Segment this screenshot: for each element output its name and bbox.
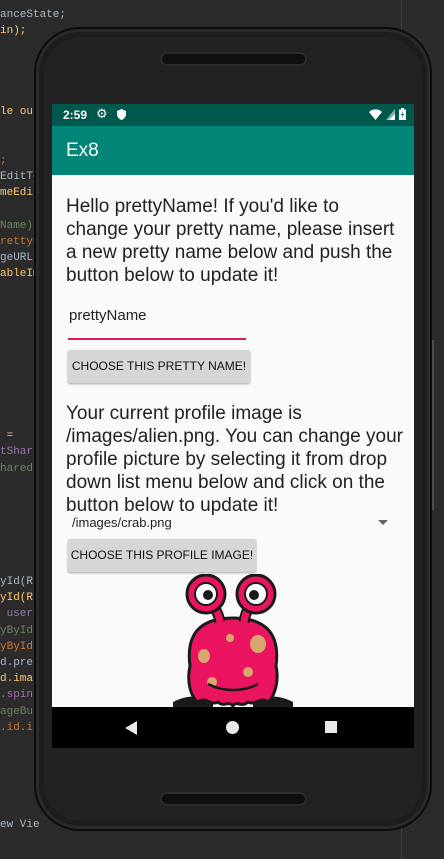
code-line: userN xyxy=(0,608,40,621)
code-line: ew Vie xyxy=(0,819,40,831)
code-line: yById( xyxy=(0,624,40,637)
code-line: meEdit xyxy=(0,187,40,200)
status-icons xyxy=(369,108,406,120)
code-line: geURL) xyxy=(0,252,40,264)
top-speaker xyxy=(160,52,307,66)
code-line: EditTe xyxy=(0,171,40,183)
code-line: = xyxy=(0,430,14,443)
choose-name-button[interactable]: CHOOSE THIS PRETTY NAME! xyxy=(68,350,250,383)
status-time: 2:59 xyxy=(63,108,88,122)
navigation-bar xyxy=(52,707,414,748)
code-line: yId(R. xyxy=(0,576,40,588)
image-spinner-value[interactable]: /images/crab.png xyxy=(72,515,172,530)
image-spinner[interactable]: /images/crab.png xyxy=(70,513,388,535)
code-line: yById( xyxy=(0,640,40,653)
wifi-icon xyxy=(369,108,382,120)
shield-icon xyxy=(117,109,126,120)
status-bar: 2:59 ⚙ xyxy=(52,104,414,126)
signal-icon xyxy=(386,108,395,120)
battery-icon xyxy=(399,108,406,120)
gear-icon: ⚙ xyxy=(96,106,108,121)
pretty-name-input-value[interactable]: prettyName xyxy=(69,307,147,324)
code-line: hared xyxy=(0,462,34,475)
code-line: ageBut xyxy=(0,705,40,718)
dropdown-arrow-icon[interactable] xyxy=(378,520,388,525)
pretty-name-input[interactable]: prettyName xyxy=(68,304,246,340)
code-line: d.ima xyxy=(0,673,34,686)
code-line: anceState; xyxy=(0,9,67,21)
code-line: .id.i xyxy=(0,721,34,734)
code-line: tShar xyxy=(0,446,34,459)
home-icon[interactable] xyxy=(226,721,239,734)
code-line: in); xyxy=(0,25,27,38)
editor-scrollbar[interactable] xyxy=(430,340,434,510)
profile-image-text: Your current profile image is /images/al… xyxy=(66,403,403,516)
app-title: Ex8 xyxy=(66,140,99,161)
code-line: le ou xyxy=(0,106,34,119)
bottom-speaker xyxy=(160,792,307,806)
code-line: ableIm xyxy=(0,268,40,281)
app-bar: Ex8 xyxy=(52,126,414,175)
greeting-text: Hello prettyName! If you'd like to chang… xyxy=(66,196,395,286)
code-line: ; xyxy=(0,154,7,167)
android-screen: 2:59 ⚙ Ex8 Hello prettyName! If you'd li… xyxy=(52,104,414,748)
code-line: Name) xyxy=(0,219,34,232)
code-line: yId(R. xyxy=(0,592,40,605)
alien-image xyxy=(173,574,293,708)
recents-icon[interactable] xyxy=(325,721,337,733)
back-icon[interactable] xyxy=(125,721,137,735)
code-line: rettyN xyxy=(0,235,40,248)
code-line: .spin xyxy=(0,689,34,702)
code-line: d.pre xyxy=(0,657,34,669)
choose-image-button[interactable]: CHOOSE THIS PROFILE IMAGE! xyxy=(68,539,256,572)
